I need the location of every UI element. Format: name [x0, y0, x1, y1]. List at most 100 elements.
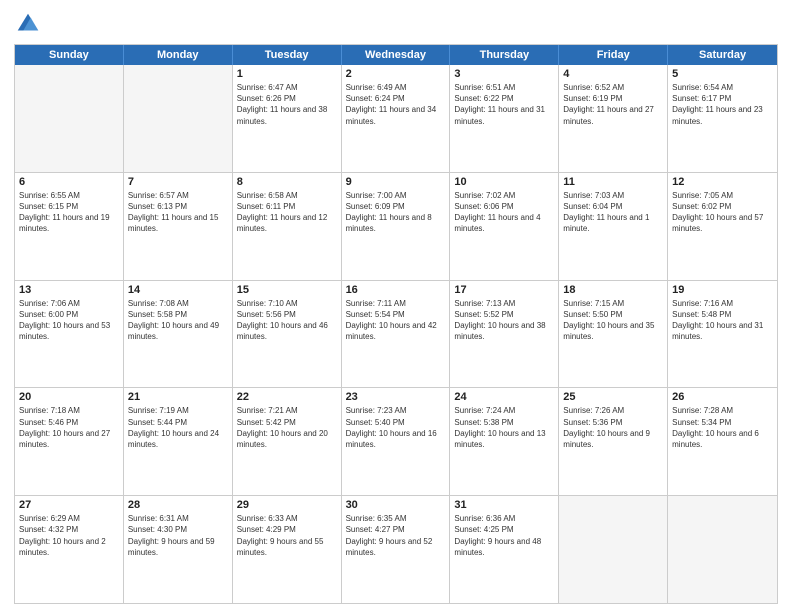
day-number: 2	[346, 68, 446, 80]
day-number: 24	[454, 391, 554, 403]
calendar-cell: 25 Sunrise: 7:26 AM Sunset: 5:36 PM Dayli…	[559, 388, 668, 495]
calendar-header: SundayMondayTuesdayWednesdayThursdayFrid…	[15, 45, 777, 65]
day-number: 31	[454, 499, 554, 511]
day-info: Sunrise: 6:36 AM Sunset: 4:25 PM Dayligh…	[454, 513, 554, 558]
calendar-row: 6 Sunrise: 6:55 AM Sunset: 6:15 PM Daylig…	[15, 172, 777, 280]
calendar-cell: 9 Sunrise: 7:00 AM Sunset: 6:09 PM Daylig…	[342, 173, 451, 280]
day-info: Sunrise: 6:47 AM Sunset: 6:26 PM Dayligh…	[237, 82, 337, 127]
calendar-cell: 26Sunrise: 7:28 AM Sunset: 5:34 PM Dayli…	[668, 388, 777, 495]
calendar-cell: 1 Sunrise: 6:47 AM Sunset: 6:26 PM Daylig…	[233, 65, 342, 172]
day-info: Sunrise: 6:49 AM Sunset: 6:24 PM Dayligh…	[346, 82, 446, 127]
calendar-cell: 17Sunrise: 7:13 AM Sunset: 5:52 PM Dayli…	[450, 281, 559, 388]
day-info: Sunrise: 6:31 AM Sunset: 4:30 PM Dayligh…	[128, 513, 228, 558]
day-number: 30	[346, 499, 446, 511]
day-number: 5	[672, 68, 773, 80]
day-number: 27	[19, 499, 119, 511]
day-info: Sunrise: 6:54 AM Sunset: 6:17 PM Dayligh…	[672, 82, 773, 127]
day-number: 21	[128, 391, 228, 403]
day-number: 18	[563, 284, 663, 296]
day-info: Sunrise: 7:23 AM Sunset: 5:40 PM Dayligh…	[346, 405, 446, 450]
day-info: Sunrise: 7:05 AM Sunset: 6:02 PM Dayligh…	[672, 190, 773, 235]
calendar-cell: 3Sunrise: 6:51 AM Sunset: 6:22 PM Daylig…	[450, 65, 559, 172]
calendar-cell: 12 Sunrise: 7:05 AM Sunset: 6:02 PM Dayli…	[668, 173, 777, 280]
day-info: Sunrise: 6:55 AM Sunset: 6:15 PM Dayligh…	[19, 190, 119, 235]
calendar-cell: 13 Sunrise: 7:06 AM Sunset: 6:00 PM Dayli…	[15, 281, 124, 388]
header-day-monday: Monday	[124, 45, 233, 65]
day-number: 1	[237, 68, 337, 80]
calendar-cell: 14 Sunrise: 7:08 AM Sunset: 5:58 PM Dayli…	[124, 281, 233, 388]
day-number: 19	[672, 284, 773, 296]
calendar-cell: 11Sunrise: 7:03 AM Sunset: 6:04 PM Dayli…	[559, 173, 668, 280]
day-number: 12	[672, 176, 773, 188]
calendar-cell: 8 Sunrise: 6:58 AM Sunset: 6:11 PM Daylig…	[233, 173, 342, 280]
calendar: SundayMondayTuesdayWednesdayThursdayFrid…	[14, 44, 778, 604]
calendar-cell: 6 Sunrise: 6:55 AM Sunset: 6:15 PM Daylig…	[15, 173, 124, 280]
day-number: 13	[19, 284, 119, 296]
calendar-cell: 23 Sunrise: 7:23 AM Sunset: 5:40 PM Dayli…	[342, 388, 451, 495]
calendar-cell: 7 Sunrise: 6:57 AM Sunset: 6:13 PM Daylig…	[124, 173, 233, 280]
day-info: Sunrise: 7:02 AM Sunset: 6:06 PM Dayligh…	[454, 190, 554, 235]
day-number: 22	[237, 391, 337, 403]
day-info: Sunrise: 7:21 AM Sunset: 5:42 PM Dayligh…	[237, 405, 337, 450]
day-info: Sunrise: 7:15 AM Sunset: 5:50 PM Dayligh…	[563, 298, 663, 343]
calendar-cell: 16Sunrise: 7:11 AM Sunset: 5:54 PM Dayli…	[342, 281, 451, 388]
calendar-cell: 20 Sunrise: 7:18 AM Sunset: 5:46 PM Dayli…	[15, 388, 124, 495]
calendar-cell: 19 Sunrise: 7:16 AM Sunset: 5:48 PM Dayli…	[668, 281, 777, 388]
day-number: 4	[563, 68, 663, 80]
calendar-cell	[668, 496, 777, 603]
day-number: 20	[19, 391, 119, 403]
calendar-row: 1 Sunrise: 6:47 AM Sunset: 6:26 PM Daylig…	[15, 65, 777, 172]
header-day-sunday: Sunday	[15, 45, 124, 65]
calendar-body: 1 Sunrise: 6:47 AM Sunset: 6:26 PM Daylig…	[15, 65, 777, 603]
calendar-cell: 10 Sunrise: 7:02 AM Sunset: 6:06 PM Dayli…	[450, 173, 559, 280]
header-day-friday: Friday	[559, 45, 668, 65]
calendar-cell	[559, 496, 668, 603]
day-info: Sunrise: 7:08 AM Sunset: 5:58 PM Dayligh…	[128, 298, 228, 343]
day-info: Sunrise: 6:57 AM Sunset: 6:13 PM Dayligh…	[128, 190, 228, 235]
calendar-cell: 2 Sunrise: 6:49 AM Sunset: 6:24 PM Daylig…	[342, 65, 451, 172]
calendar-cell: 31 Sunrise: 6:36 AM Sunset: 4:25 PM Dayli…	[450, 496, 559, 603]
calendar-cell: 22 Sunrise: 7:21 AM Sunset: 5:42 PM Dayli…	[233, 388, 342, 495]
calendar-cell: 27Sunrise: 6:29 AM Sunset: 4:32 PM Dayli…	[15, 496, 124, 603]
day-info: Sunrise: 7:18 AM Sunset: 5:46 PM Dayligh…	[19, 405, 119, 450]
day-info: Sunrise: 6:52 AM Sunset: 6:19 PM Dayligh…	[563, 82, 663, 127]
day-number: 11	[563, 176, 663, 188]
calendar-cell	[15, 65, 124, 172]
day-info: Sunrise: 7:06 AM Sunset: 6:00 PM Dayligh…	[19, 298, 119, 343]
day-number: 8	[237, 176, 337, 188]
calendar-cell: 28 Sunrise: 6:31 AM Sunset: 4:30 PM Dayli…	[124, 496, 233, 603]
day-info: Sunrise: 7:13 AM Sunset: 5:52 PM Dayligh…	[454, 298, 554, 343]
calendar-cell: 30 Sunrise: 6:35 AM Sunset: 4:27 PM Dayli…	[342, 496, 451, 603]
day-number: 6	[19, 176, 119, 188]
day-number: 23	[346, 391, 446, 403]
calendar-row: 27Sunrise: 6:29 AM Sunset: 4:32 PM Dayli…	[15, 495, 777, 603]
header-day-wednesday: Wednesday	[342, 45, 451, 65]
day-info: Sunrise: 7:16 AM Sunset: 5:48 PM Dayligh…	[672, 298, 773, 343]
day-number: 28	[128, 499, 228, 511]
calendar-cell: 24 Sunrise: 7:24 AM Sunset: 5:38 PM Dayli…	[450, 388, 559, 495]
day-info: Sunrise: 7:00 AM Sunset: 6:09 PM Dayligh…	[346, 190, 446, 235]
day-number: 9	[346, 176, 446, 188]
calendar-cell: 15Sunrise: 7:10 AM Sunset: 5:56 PM Dayli…	[233, 281, 342, 388]
day-number: 10	[454, 176, 554, 188]
day-number: 3	[454, 68, 554, 80]
day-number: 25	[563, 391, 663, 403]
header-day-tuesday: Tuesday	[233, 45, 342, 65]
header-day-saturday: Saturday	[668, 45, 777, 65]
day-info: Sunrise: 7:10 AM Sunset: 5:56 PM Dayligh…	[237, 298, 337, 343]
day-info: Sunrise: 7:24 AM Sunset: 5:38 PM Dayligh…	[454, 405, 554, 450]
day-info: Sunrise: 7:11 AM Sunset: 5:54 PM Dayligh…	[346, 298, 446, 343]
day-info: Sunrise: 7:26 AM Sunset: 5:36 PM Dayligh…	[563, 405, 663, 450]
day-info: Sunrise: 6:35 AM Sunset: 4:27 PM Dayligh…	[346, 513, 446, 558]
day-info: Sunrise: 6:33 AM Sunset: 4:29 PM Dayligh…	[237, 513, 337, 558]
logo	[14, 10, 46, 38]
day-number: 26	[672, 391, 773, 403]
day-number: 14	[128, 284, 228, 296]
day-number: 7	[128, 176, 228, 188]
calendar-cell: 18 Sunrise: 7:15 AM Sunset: 5:50 PM Dayli…	[559, 281, 668, 388]
calendar-cell: 4 Sunrise: 6:52 AM Sunset: 6:19 PM Daylig…	[559, 65, 668, 172]
day-info: Sunrise: 7:19 AM Sunset: 5:44 PM Dayligh…	[128, 405, 228, 450]
day-info: Sunrise: 6:58 AM Sunset: 6:11 PM Dayligh…	[237, 190, 337, 235]
calendar-cell	[124, 65, 233, 172]
calendar-row: 13 Sunrise: 7:06 AM Sunset: 6:00 PM Dayli…	[15, 280, 777, 388]
